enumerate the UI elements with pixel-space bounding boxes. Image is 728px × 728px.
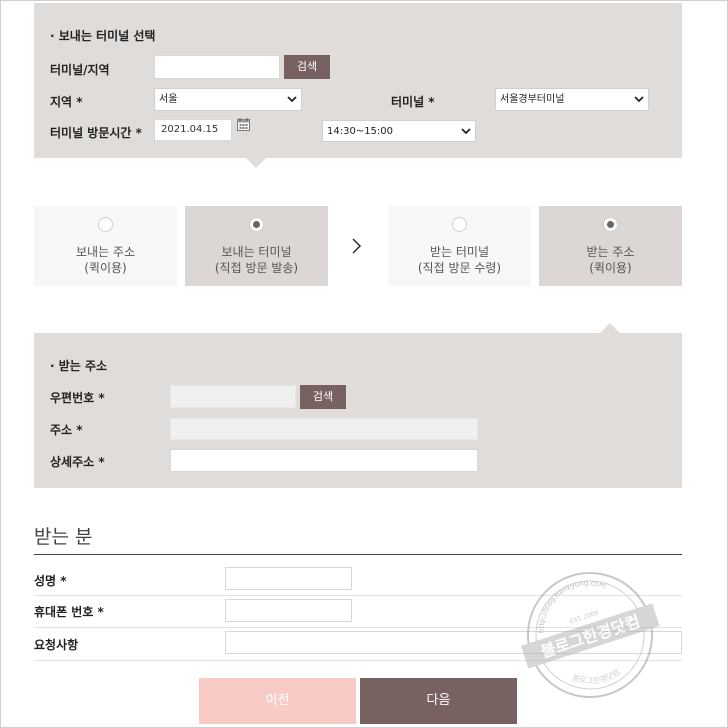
sender-section-title: · 보내는 터미널 선택: [50, 29, 156, 43]
next-button[interactable]: 다음: [360, 678, 517, 724]
postcode-input[interactable]: [170, 385, 296, 408]
name-label: 성명 *: [34, 574, 67, 588]
terminal-select-value: 서울경부터미널: [500, 94, 565, 105]
option-label: 보내는 터미널: [221, 245, 292, 259]
calendar-icon[interactable]: [237, 118, 250, 131]
chevron-down-icon: [287, 96, 297, 103]
visit-time-select[interactable]: 14:30~15:00: [322, 120, 476, 142]
option-label: 받는 터미널: [429, 245, 489, 259]
radio-receiver-terminal[interactable]: [452, 217, 467, 232]
receiver-section-title: · 받는 주소: [50, 359, 108, 373]
terminal-label: 터미널 *: [391, 95, 435, 109]
phone-input[interactable]: [225, 599, 352, 622]
detail-address-label: 상세주소 *: [50, 455, 105, 469]
radio-receiver-address[interactable]: [603, 217, 618, 232]
option-sublabel: (직접 방문 수령): [417, 261, 502, 275]
panel-pointer: [600, 323, 620, 333]
option-label: 받는 주소: [586, 245, 635, 259]
panel-pointer: [246, 158, 266, 168]
address-label: 주소 *: [50, 423, 83, 437]
visit-time-select-value: 14:30~15:00: [327, 126, 394, 137]
detail-address-input[interactable]: [170, 449, 478, 472]
recipient-section-title: 받는 분: [34, 526, 93, 548]
prev-button[interactable]: 이전: [199, 678, 356, 724]
address-input[interactable]: [170, 418, 478, 440]
option-sublabel: (직접 방문 발송): [214, 261, 299, 275]
region-label: 지역 *: [50, 95, 83, 109]
option-receiver-terminal[interactable]: 받는 터미널 (직접 방문 수령): [388, 206, 531, 286]
option-sender-address[interactable]: 보내는 주소 (퀵이용): [34, 206, 177, 286]
terminal-search-button[interactable]: 검색: [284, 55, 330, 79]
region-select[interactable]: 서울: [154, 88, 302, 111]
visit-time-label: 터미널 방문시간 *: [50, 126, 142, 140]
chevron-down-icon: [634, 96, 644, 103]
phone-label: 휴대폰 번호 *: [34, 605, 104, 619]
radio-sender-terminal[interactable]: [249, 217, 264, 232]
option-sublabel: (퀵이용): [589, 261, 632, 275]
option-sender-terminal[interactable]: 보내는 터미널 (직접 방문 발송): [185, 206, 328, 286]
visit-date-input[interactable]: 2021.04.15: [154, 119, 232, 141]
region-select-value: 서울: [159, 94, 178, 105]
option-sublabel: (퀵이용): [84, 261, 127, 275]
terminal-region-label: 터미널/지역: [50, 63, 110, 77]
chevron-right-icon: [352, 238, 362, 254]
postcode-search-button[interactable]: 검색: [300, 385, 346, 409]
postcode-label: 우편번호 *: [50, 391, 105, 405]
watermark-seal: http://blog.hankyung.com EST. 2009 블로그한경…: [520, 572, 660, 698]
option-receiver-address[interactable]: 받는 주소 (퀵이용): [539, 206, 682, 286]
option-label: 보내는 주소: [75, 245, 135, 259]
chevron-down-icon: [461, 128, 471, 135]
terminal-select[interactable]: 서울경부터미널: [495, 88, 649, 111]
radio-sender-address[interactable]: [98, 217, 113, 232]
section-divider: [34, 554, 682, 555]
terminal-region-input[interactable]: [154, 55, 280, 79]
svg-text:블로그한경닷컴: 블로그한경닷컴: [568, 658, 622, 693]
request-label: 요청사항: [34, 638, 79, 652]
name-input[interactable]: [225, 567, 352, 590]
